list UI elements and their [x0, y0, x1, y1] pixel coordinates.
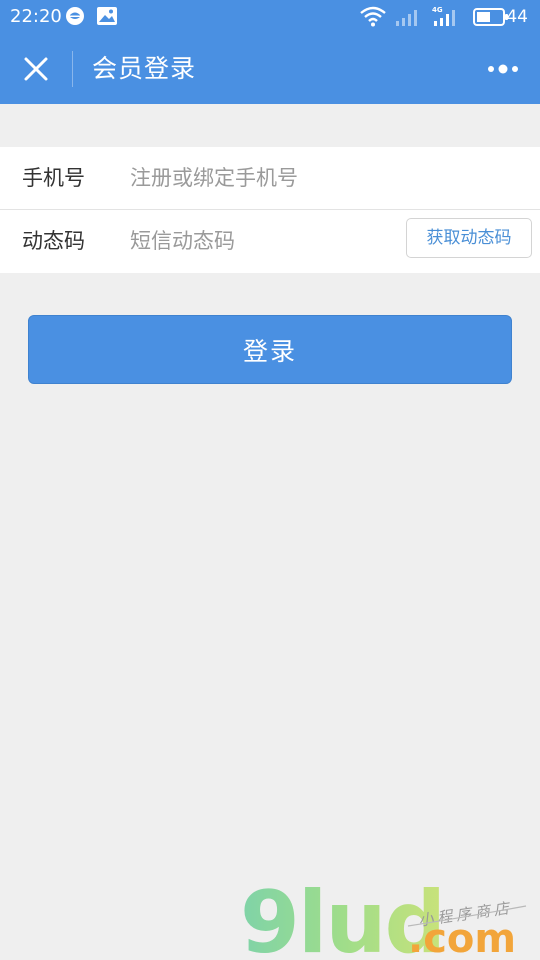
close-icon[interactable]: [18, 51, 54, 87]
watermark-logo: 9lud .com 小程序商店: [240, 880, 527, 960]
phone-label: 手机号: [22, 166, 85, 190]
code-input[interactable]: [128, 222, 390, 260]
battery-icon: [473, 8, 508, 26]
phone-row: 手机号: [0, 147, 540, 209]
get-code-button[interactable]: 获取动态码: [406, 218, 532, 258]
page-title: 会员登录: [92, 54, 197, 83]
wifi-icon: [360, 6, 386, 27]
nav-bar: 会员登录: [0, 34, 540, 104]
gallery-icon: [97, 7, 117, 25]
message-icon: [66, 7, 84, 25]
login-form: 手机号 动态码 获取动态码: [0, 147, 540, 273]
status-time: 22:20: [10, 6, 62, 27]
login-button[interactable]: 登录: [28, 315, 512, 384]
signal-icon: [396, 10, 417, 26]
status-bar: 22:20 4G 44: [0, 0, 540, 34]
nav-divider: [72, 51, 73, 87]
svg-text:4G: 4G: [432, 6, 443, 14]
phone-input[interactable]: [128, 159, 520, 197]
code-label: 动态码: [22, 229, 85, 253]
code-row: 动态码 获取动态码: [0, 210, 540, 272]
more-icon[interactable]: [486, 60, 520, 78]
battery-level: 44: [506, 7, 528, 27]
signal-4g-icon: 4G: [432, 6, 455, 26]
